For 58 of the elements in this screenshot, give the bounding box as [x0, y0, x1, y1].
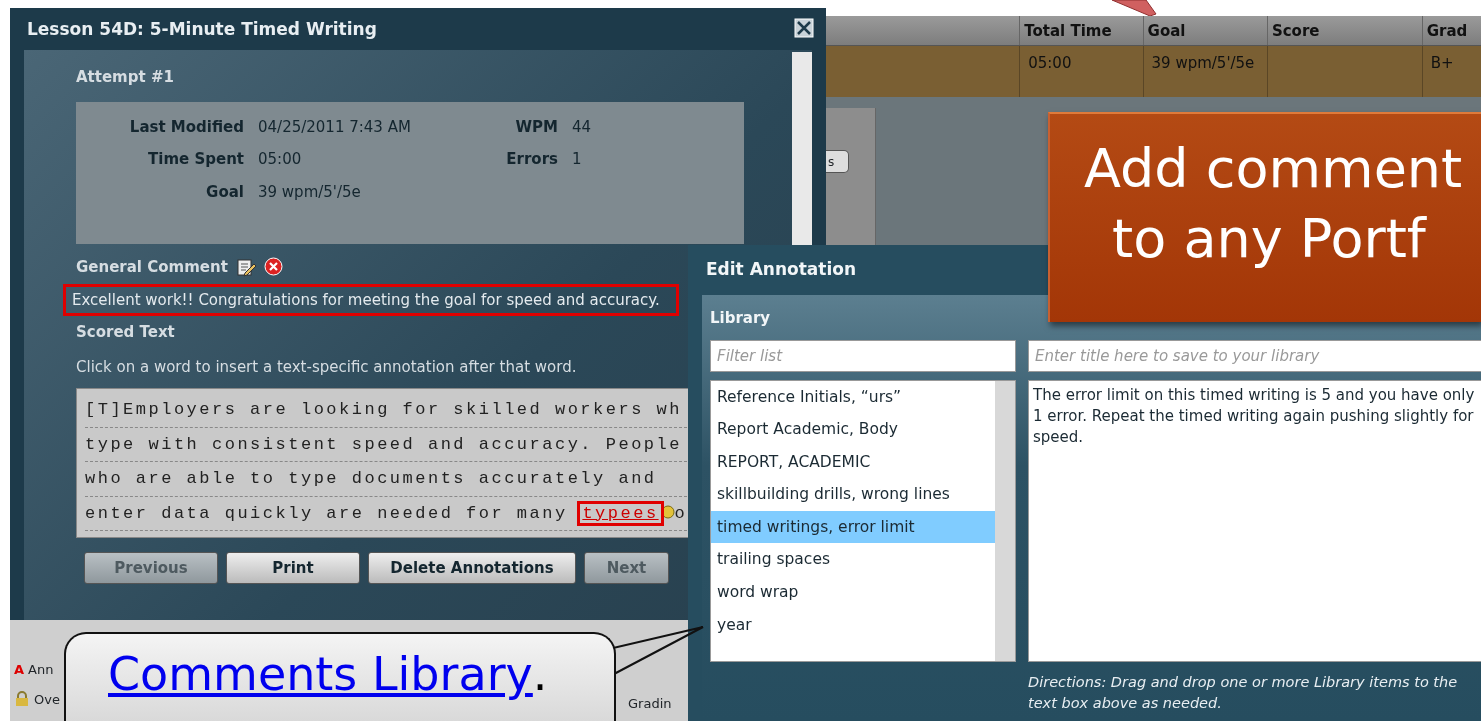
period-text: .: [532, 648, 548, 701]
legend-label: Ann: [28, 661, 54, 679]
typed-text-line: o: [674, 503, 688, 523]
list-item[interactable]: Report Academic, Body: [711, 413, 995, 446]
column-header: Grad: [1421, 16, 1481, 45]
stat-value: 04/25/2011 7:43 AM: [258, 116, 412, 138]
list-item[interactable]: word wrap: [711, 576, 995, 609]
dialog-button[interactable]: Delete Annotations: [368, 552, 576, 585]
comment-heading: General Comment: [76, 256, 228, 278]
lock-icon: [14, 691, 30, 708]
dialog-title: Lesson 54D: 5-Minute Timed Writing: [26, 18, 378, 41]
edit-icon[interactable]: [235, 256, 256, 277]
stat-label: Time Spent: [147, 149, 244, 170]
scrollbar[interactable]: [995, 380, 1015, 661]
dialog-button[interactable]: Print: [226, 552, 360, 585]
stat-value: 1: [572, 149, 583, 170]
table-cell: 39 wpm/5'/5e: [1142, 46, 1267, 97]
annotation-marker: A: [14, 661, 25, 679]
stat-label: Errors: [505, 149, 558, 170]
typed-text-line: [T]Employers are looking for skilled workers wh: [85, 400, 682, 420]
table-cell: 05:00: [1019, 46, 1143, 97]
annotated-word[interactable]: typees: [580, 503, 661, 523]
annotation-field[interactable]: The error limit on this timed writing is 5 and you have only 1 error. Repeat the timed writing again pushing slightly for speed.: [1028, 379, 1481, 662]
stat-label: Last Modified: [128, 116, 244, 138]
typed-text-line: type with consistent speed and accuracy. People: [85, 434, 682, 454]
list-item[interactable]: year: [711, 608, 995, 642]
title-field[interactable]: Enter title here to save to your library: [1028, 339, 1481, 372]
library-heading: Library: [710, 308, 772, 329]
stat-value: 05:00: [258, 149, 303, 170]
list-item[interactable]: timed writings, error limit: [711, 510, 995, 544]
list-item[interactable]: trailing spaces: [711, 543, 995, 577]
stat-label: Goal: [205, 181, 244, 203]
attempt-heading: Attempt #1: [76, 67, 175, 88]
column-header: Score: [1266, 16, 1422, 45]
callout-text: Add comment: [1084, 136, 1464, 202]
close-icon[interactable]: [794, 18, 814, 38]
filter-field[interactable]: Filter list: [710, 339, 1016, 372]
list-item[interactable]: skillbuilding drills, wrong lines: [711, 478, 995, 511]
comment-text: Excellent work!! Congratulations for meeting the goal for speed and accuracy.: [66, 287, 676, 314]
partial-button[interactable]: s: [826, 150, 849, 173]
column-header: Total Time: [1019, 16, 1143, 45]
panel-label: Gradin: [628, 695, 672, 713]
library-link[interactable]: Comments Library: [108, 648, 533, 701]
stat-value: 44: [572, 116, 593, 138]
list-item[interactable]: Reference Initials, “urs”: [711, 380, 995, 414]
dialog-title: Edit Annotation: [705, 258, 858, 281]
stat-value: 39 wpm/5'/5e: [258, 181, 362, 203]
table-cell: B+: [1421, 46, 1481, 97]
list-item[interactable]: REPORT, ACADEMIC: [711, 445, 995, 479]
arrow-drawing: [1112, 0, 1158, 16]
delete-icon[interactable]: [263, 257, 283, 277]
scored-text-heading: Scored Text: [76, 322, 176, 344]
stat-label: WPM: [514, 116, 558, 138]
typed-text-line: who are able to type documents accurately and: [85, 469, 657, 489]
legend-label: Ove: [34, 690, 60, 709]
typed-text-line: enter data quickly are needed for many: [85, 503, 569, 523]
directions-text: Directions: Drag and drop one or more Library items to the text box above as needed.: [1028, 672, 1459, 714]
callout-text: to any Portf: [1111, 206, 1428, 273]
